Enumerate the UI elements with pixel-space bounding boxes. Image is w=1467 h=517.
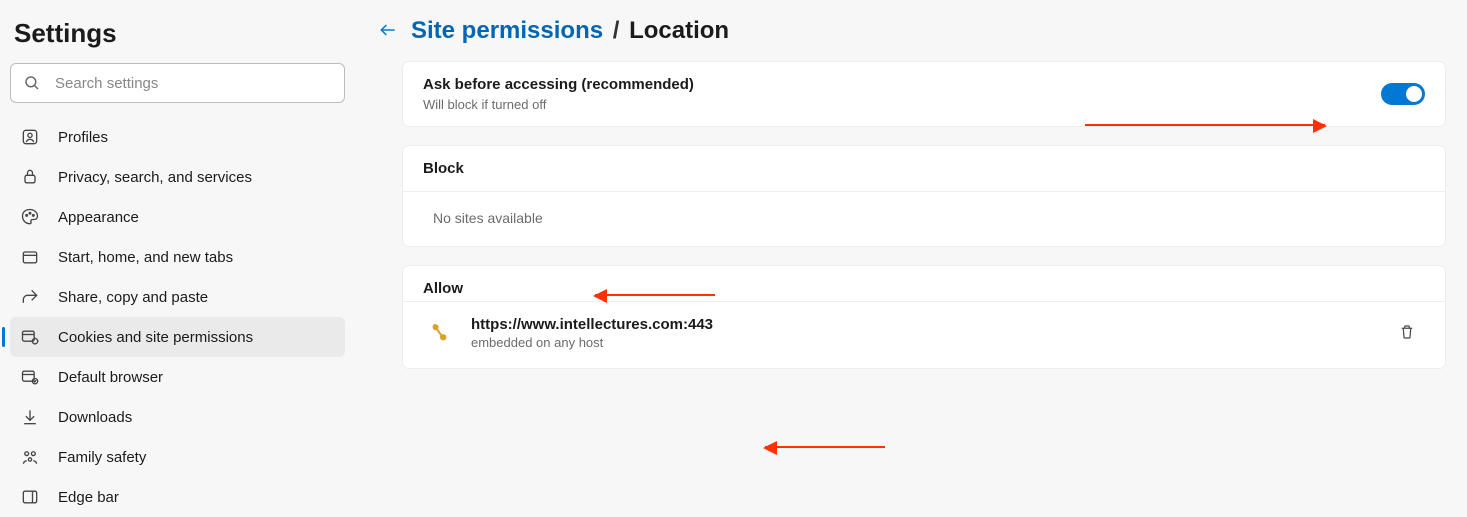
sidebar-item-start[interactable]: Start, home, and new tabs xyxy=(10,237,345,277)
sidebar-item-default-browser[interactable]: Default browser xyxy=(10,357,345,397)
search-input[interactable] xyxy=(55,75,332,92)
sidebar-item-cookies[interactable]: Cookies and site permissions xyxy=(10,317,345,357)
block-card: Block No sites available xyxy=(403,146,1445,246)
sidebar-item-profiles[interactable]: Profiles xyxy=(10,117,345,157)
sidebar-item-family[interactable]: Family safety xyxy=(10,437,345,477)
allow-card: Allow https://www.intellectures.com:443 … xyxy=(403,266,1445,368)
ask-toggle[interactable] xyxy=(1381,83,1425,105)
sidebar-item-label: Share, copy and paste xyxy=(58,289,208,306)
main-content: Site permissions / Location Ask before a… xyxy=(355,0,1467,511)
settings-sidebar: Settings Profiles Privacy, search, and s… xyxy=(0,0,355,511)
share-icon xyxy=(20,287,40,307)
cookies-gear-icon xyxy=(20,327,40,347)
sidebar-item-label: Profiles xyxy=(58,129,108,146)
delete-site-button[interactable] xyxy=(1391,317,1423,349)
site-favicon-icon xyxy=(429,322,451,344)
header-row: Site permissions / Location xyxy=(371,14,1457,48)
sidebar-item-label: Default browser xyxy=(58,369,163,386)
block-section-title: Block xyxy=(403,146,1445,181)
nav-list: Profiles Privacy, search, and services A… xyxy=(10,113,345,517)
sidebar-item-downloads[interactable]: Downloads xyxy=(10,397,345,437)
breadcrumb-root-link[interactable]: Site permissions xyxy=(411,17,603,44)
breadcrumb-current: Location xyxy=(629,17,729,44)
allow-section-title: Allow xyxy=(403,266,1445,301)
sidebar-item-label: Cookies and site permissions xyxy=(58,329,253,346)
sidebar-item-privacy[interactable]: Privacy, search, and services xyxy=(10,157,345,197)
breadcrumb: Site permissions / Location xyxy=(411,17,729,45)
annotation-arrow xyxy=(765,446,885,448)
download-icon xyxy=(20,407,40,427)
sidebar-item-label: Privacy, search, and services xyxy=(58,169,252,186)
sidebar-item-label: Start, home, and new tabs xyxy=(58,249,233,266)
back-arrow-icon xyxy=(378,20,398,43)
back-button[interactable] xyxy=(371,14,405,48)
search-container xyxy=(10,63,345,103)
lock-icon xyxy=(20,167,40,187)
sidebar-item-label: Downloads xyxy=(58,409,132,426)
site-text-group: https://www.intellectures.com:443 embedd… xyxy=(471,316,713,350)
block-empty-text: No sites available xyxy=(403,192,1445,246)
ask-text-group: Ask before accessing (recommended) Will … xyxy=(423,76,694,112)
sidebar-item-edge-bar[interactable]: Edge bar xyxy=(10,477,345,517)
site-url: https://www.intellectures.com:443 xyxy=(471,316,713,333)
sidebar-item-label: Appearance xyxy=(58,209,139,226)
site-subtitle: embedded on any host xyxy=(471,335,713,350)
sidebar-item-label: Edge bar xyxy=(58,489,119,506)
sidebar-item-label: Family safety xyxy=(58,449,146,466)
settings-title: Settings xyxy=(14,18,345,49)
sidebar-item-appearance[interactable]: Appearance xyxy=(10,197,345,237)
profiles-icon xyxy=(20,127,40,147)
palette-icon xyxy=(20,207,40,227)
browser-check-icon xyxy=(20,367,40,387)
breadcrumb-separator: / xyxy=(613,17,620,44)
allow-site-row: https://www.intellectures.com:443 embedd… xyxy=(403,301,1445,368)
ask-subtitle: Will block if turned off xyxy=(423,97,694,112)
family-icon xyxy=(20,447,40,467)
search-icon xyxy=(23,74,41,92)
sidebar-icon xyxy=(20,487,40,507)
trash-icon xyxy=(1398,323,1416,344)
tab-icon xyxy=(20,247,40,267)
ask-before-card: Ask before accessing (recommended) Will … xyxy=(403,62,1445,126)
sidebar-item-share[interactable]: Share, copy and paste xyxy=(10,277,345,317)
ask-title: Ask before accessing (recommended) xyxy=(423,76,694,93)
